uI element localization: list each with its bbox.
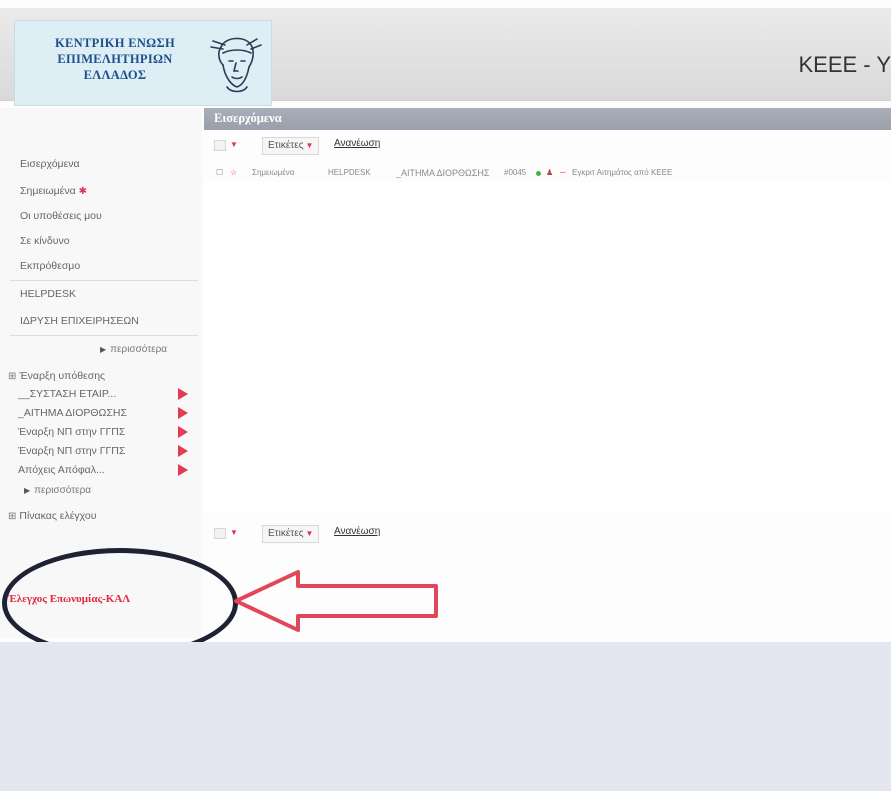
sidebar-divider	[10, 280, 198, 281]
top-header: ΚΕΝΤΡΙΚΗ ΕΝΩΣΗ ΕΠΙΜΕΛΗΤΗΡΙΩΝ ΕΛΛΑΔΟΣ KEE…	[0, 8, 891, 106]
user-icon: ♟	[546, 168, 554, 177]
star-icon[interactable]: ☆	[230, 168, 237, 177]
more-link-label: περισσότερα	[34, 485, 92, 496]
sidebar-item-my-cases[interactable]: Οι υποθέσεις μου	[20, 210, 102, 222]
play-arrow-icon[interactable]	[178, 388, 188, 400]
sidebar-item-flagged[interactable]: Σημειωμένα ✱	[20, 185, 87, 197]
labels-label: Ετικέτες	[268, 140, 304, 151]
play-arrow-icon[interactable]	[178, 426, 188, 438]
top-toolbar: ▼ Ετικέτες ▼ Ανανέωση	[204, 136, 604, 156]
message-list-area	[204, 182, 891, 512]
case-type-label: Έναρξη ΝΠ στην ΓΓΠΣ	[18, 426, 126, 438]
triangle-right-icon: ▶	[24, 486, 31, 495]
sidebar-item-label: Σε κίνδυνο	[20, 235, 70, 247]
select-all-checkbox[interactable]	[214, 528, 226, 539]
refresh-link[interactable]: Ανανέωση	[334, 526, 380, 537]
more-link-1[interactable]: ▶ περισσότερα	[100, 344, 167, 355]
sidebar-item-inbox[interactable]: Εισερχόμενα	[20, 158, 80, 170]
case-type-label: __ΣΥΣΤΑΣΗ ΕΤΑΙΡ...	[18, 388, 117, 400]
sidebar-item-label: ΙΔΡΥΣΗ ΕΠΙΧΕΙΡΗΣΕΩΝ	[20, 315, 139, 327]
message-description: Εγκριτ Αιτημάτος από ΚΕΕΕ	[572, 168, 673, 177]
sidebar-item-label: Εκπρόθεσμο	[20, 260, 81, 272]
status-dot-icon	[536, 171, 541, 176]
panel-header: Εισερχόμενα	[204, 108, 891, 130]
sidebar-item-label: Σημειωμένα	[20, 185, 76, 197]
start-case-group[interactable]: ⊞ Έναρξη υπόθεσης	[8, 370, 105, 382]
logo-line-3: ΕΛΛΑΔΟΣ	[83, 68, 147, 82]
sidebar-item-business-setup[interactable]: ΙΔΡΥΣΗ ΕΠΙΧΕΙΡΗΣΕΩΝ	[20, 315, 139, 327]
app-title: KEEE - Y	[798, 52, 891, 77]
sidebar-divider	[10, 335, 198, 336]
more-link-2[interactable]: ▶ περισσότερα	[24, 485, 91, 496]
sidebar-item-helpdesk[interactable]: HELPDESK	[20, 288, 76, 300]
play-arrow-icon[interactable]	[178, 464, 188, 476]
select-dropdown-icon[interactable]: ▼	[230, 528, 238, 537]
page-bottom	[0, 642, 891, 791]
case-type-item[interactable]: Έναρξη ΝΠ στην ΓΓΠΣ	[18, 426, 188, 438]
flag-dot-icon: ✱	[78, 186, 88, 197]
message-source: HELPDESK	[328, 168, 371, 177]
logo-line-2: ΕΠΙΜΕΛΗΤΗΡΙΩΝ	[57, 52, 173, 66]
sidebar-item-label: HELPDESK	[20, 288, 77, 300]
sidebar-item-label: Εισερχόμενα	[20, 158, 80, 170]
message-row[interactable]: ☐ ☆ Σημειωμένα HELPDESK _ΑΙΤΗΜΑ ΔΙΟΡΘΩΣΗ…	[204, 166, 891, 182]
labels-dropdown[interactable]: Ετικέτες ▼	[262, 137, 320, 155]
hermes-head-icon	[210, 37, 262, 93]
control-panel-group[interactable]: ⊞ Πίνακας ελέγχου	[8, 510, 96, 522]
dash-icon: ─	[560, 168, 566, 177]
case-type-item[interactable]: Απόχεις Απόφαλ...	[18, 464, 188, 476]
message-subject: _ΑΙΤΗΜΑ ΔΙΟΡΘΩΣΗΣ	[396, 168, 490, 178]
case-type-label: Έναρξη ΝΠ στην ΓΓΠΣ	[18, 445, 126, 457]
logo[interactable]: ΚΕΝΤΡΙΚΗ ΕΝΩΣΗ ΕΠΙΜΕΛΗΤΗΡΙΩΝ ΕΛΛΑΔΟΣ	[14, 20, 272, 106]
expand-icon: ⊞	[8, 511, 17, 522]
message-folder: Σημειωμένα	[252, 168, 295, 177]
chevron-down-icon: ▼	[305, 141, 314, 150]
bottom-toolbar: ▼ Ετικέτες ▼ Ανανέωση	[204, 524, 604, 544]
panel-title: Εισερχόμενα	[214, 111, 282, 125]
message-id: #0045	[504, 168, 527, 177]
sidebar-item-label: Οι υποθέσεις μου	[20, 210, 102, 222]
page: ΚΕΝΤΡΙΚΗ ΕΝΩΣΗ ΕΠΙΜΕΛΗΤΗΡΙΩΝ ΕΛΛΑΔΟΣ KEE…	[0, 0, 891, 791]
sidebar-item-overdue[interactable]: Εκπρόθεσμο	[20, 260, 80, 272]
triangle-right-icon: ▶	[100, 345, 107, 354]
chevron-down-icon: ▼	[305, 529, 314, 538]
play-arrow-icon[interactable]	[178, 445, 188, 457]
labels-dropdown[interactable]: Ετικέτες ▼	[262, 525, 320, 543]
refresh-link[interactable]: Ανανέωση	[334, 138, 380, 149]
case-type-item[interactable]: __ΣΥΣΤΑΣΗ ΕΤΑΙΡ...	[18, 388, 188, 400]
sidebar-item-at-risk[interactable]: Σε κίνδυνο	[20, 235, 70, 247]
group-label: Έναρξη υπόθεσης	[19, 370, 106, 382]
pointer-arrow-icon	[234, 570, 438, 632]
logo-text: ΚΕΝΤΡΙΚΗ ΕΝΩΣΗ ΕΠΙΜΕΛΗΤΗΡΙΩΝ ΕΛΛΑΔΟΣ	[35, 35, 195, 83]
case-type-item[interactable]: _ΑΙΤΗΜΑ ΔΙΟΡΘΩΣΗΣ	[18, 407, 188, 419]
play-arrow-icon[interactable]	[178, 407, 188, 419]
name-check-link[interactable]: Έλεγχος Επωνυμίας-ΚΑΛ	[8, 593, 130, 605]
select-all-checkbox[interactable]	[214, 140, 226, 151]
case-type-label: _ΑΙΤΗΜΑ ΔΙΟΡΘΩΣΗΣ	[18, 407, 127, 419]
logo-line-1: ΚΕΝΤΡΙΚΗ ΕΝΩΣΗ	[55, 36, 175, 50]
more-link-label: περισσότερα	[110, 344, 168, 355]
case-type-label: Απόχεις Απόφαλ...	[18, 464, 105, 476]
group-label: Πίνακας ελέγχου	[19, 510, 97, 522]
message-checkbox[interactable]: ☐	[216, 168, 223, 177]
case-type-item[interactable]: Έναρξη ΝΠ στην ΓΓΠΣ	[18, 445, 188, 457]
select-dropdown-icon[interactable]: ▼	[230, 140, 238, 149]
expand-icon: ⊞	[8, 371, 17, 382]
labels-label: Ετικέτες	[268, 528, 304, 539]
